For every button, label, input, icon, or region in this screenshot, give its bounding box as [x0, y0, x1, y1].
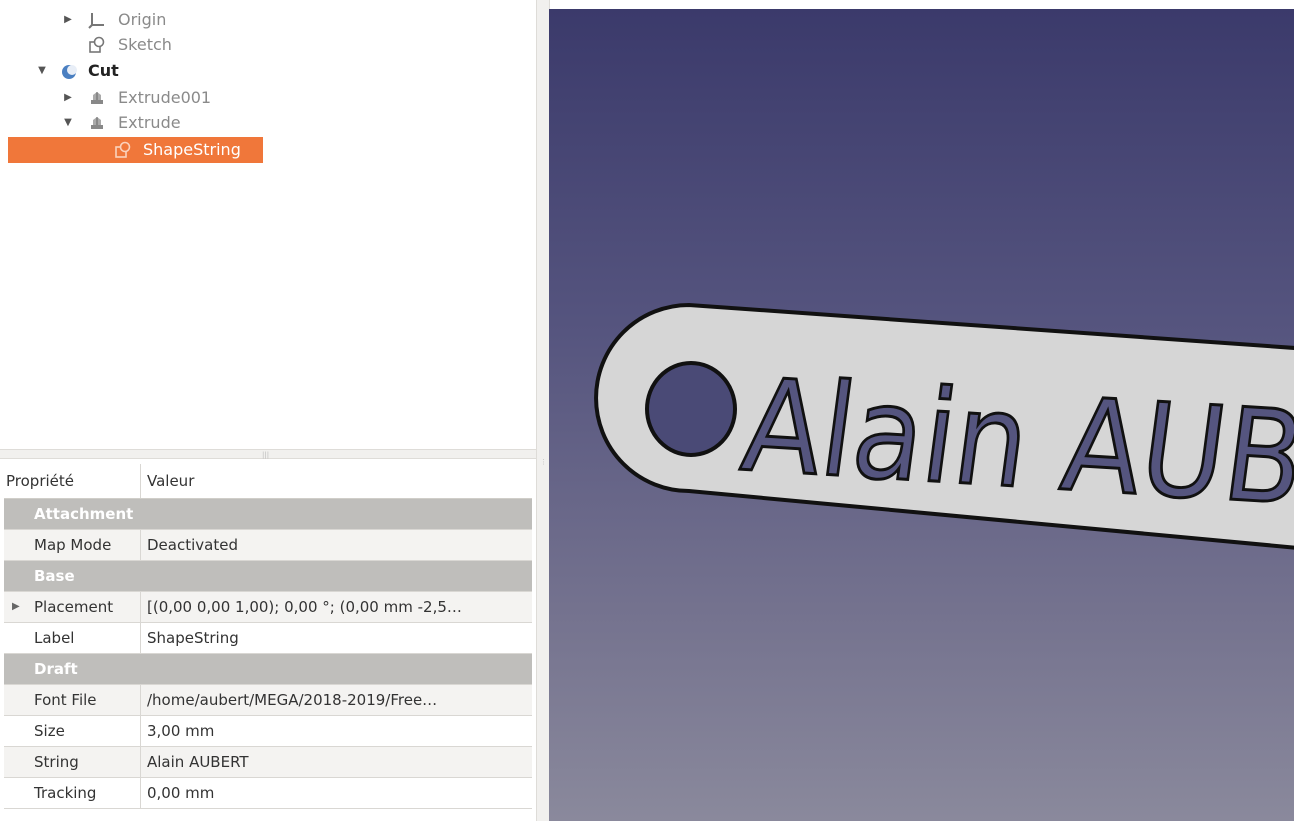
grip-icon: ||| [262, 451, 270, 459]
left-panel: ▶ Origin Sketch ▼ Cut ▶ Extrude001 ▼ Ext… [0, 0, 536, 821]
property-group-draft[interactable]: Draft [4, 654, 532, 685]
3d-viewport[interactable]: Alain AUB [549, 9, 1294, 821]
sketch-icon [88, 36, 106, 54]
cut-icon [60, 62, 78, 80]
tree-item-label: Sketch [118, 35, 172, 54]
tree-item-label: ShapeString [143, 140, 241, 159]
collapse-arrow-icon[interactable]: ▼ [62, 111, 74, 135]
property-name: Map Mode [34, 536, 112, 554]
tree-item-label: Extrude001 [118, 88, 212, 107]
property-value[interactable]: ShapeString [140, 623, 528, 653]
property-group-attachment[interactable]: Attachment [4, 499, 532, 530]
keychain-model: Alain AUB [594, 302, 1294, 550]
group-label: Attachment [34, 505, 134, 523]
property-row-label[interactable]: Label ShapeString [4, 623, 532, 654]
origin-icon [88, 11, 106, 29]
engraved-text: Alain AUB [735, 352, 1294, 534]
property-group-base[interactable]: Base [4, 561, 532, 592]
tree-item-extrude001[interactable]: ▶ Extrude001 [0, 86, 536, 110]
property-value[interactable]: 0,00 mm [140, 778, 528, 808]
tree-item-label: Cut [88, 61, 119, 80]
group-label: Draft [34, 660, 78, 678]
property-name: String [34, 753, 79, 771]
tree-item-label: Origin [118, 10, 167, 29]
tree-item-extrude[interactable]: ▼ Extrude [0, 111, 536, 135]
tree-item-origin[interactable]: ▶ Origin [0, 8, 536, 32]
collapse-arrow-icon[interactable]: ▼ [36, 59, 48, 83]
grip-icon: ⋮ [540, 458, 547, 466]
panel-splitter[interactable]: ||| [0, 449, 536, 459]
property-name: Tracking [34, 784, 97, 802]
extrude-icon [88, 114, 106, 132]
extrude-icon [88, 89, 106, 107]
property-value[interactable]: [(0,00 0,00 1,00); 0,00 °; (0,00 mm -2,5… [140, 592, 528, 622]
property-name: Font File [34, 691, 97, 709]
property-value[interactable]: Deactivated [140, 530, 528, 560]
expand-arrow-icon[interactable]: ▶ [62, 86, 74, 110]
tree-item-label: Extrude [118, 113, 181, 132]
property-value[interactable]: 3,00 mm [140, 716, 528, 746]
property-row-tracking[interactable]: Tracking 0,00 mm [4, 778, 532, 809]
property-row-placement[interactable]: ▶ Placement [(0,00 0,00 1,00); 0,00 °; (… [4, 592, 532, 623]
property-name: Label [34, 629, 75, 647]
property-name: Placement [34, 598, 114, 616]
property-value[interactable]: /home/aubert/MEGA/2018-2019/Free… [140, 685, 528, 715]
expand-arrow-icon[interactable]: ▶ [12, 592, 20, 622]
view-splitter[interactable]: ⋮ [536, 0, 550, 821]
tree-item-sketch[interactable]: Sketch [0, 33, 536, 57]
property-value[interactable]: Alain AUBERT [140, 747, 528, 777]
expand-arrow-icon[interactable]: ▶ [62, 8, 74, 32]
property-name: Size [34, 722, 65, 740]
tree-item-cut[interactable]: ▼ Cut [0, 59, 536, 83]
tree-item-shapestring[interactable]: ShapeString [8, 137, 263, 163]
property-row-font-file[interactable]: Font File /home/aubert/MEGA/2018-2019/Fr… [4, 685, 532, 716]
property-row-string[interactable]: String Alain AUBERT [4, 747, 532, 778]
value-column-header[interactable]: Valeur [140, 464, 528, 498]
property-row-map-mode[interactable]: Map Mode Deactivated [4, 530, 532, 561]
shapestring-icon [114, 141, 132, 159]
property-row-size[interactable]: Size 3,00 mm [4, 716, 532, 747]
keychain-hole [645, 361, 737, 457]
property-header: Propriété Valeur [4, 464, 532, 499]
property-column-header[interactable]: Propriété [6, 464, 106, 498]
model-tree[interactable]: ▶ Origin Sketch ▼ Cut ▶ Extrude001 ▼ Ext… [0, 0, 536, 450]
group-label: Base [34, 567, 75, 585]
property-editor[interactable]: Propriété Valeur Attachment Map Mode Dea… [4, 464, 532, 809]
